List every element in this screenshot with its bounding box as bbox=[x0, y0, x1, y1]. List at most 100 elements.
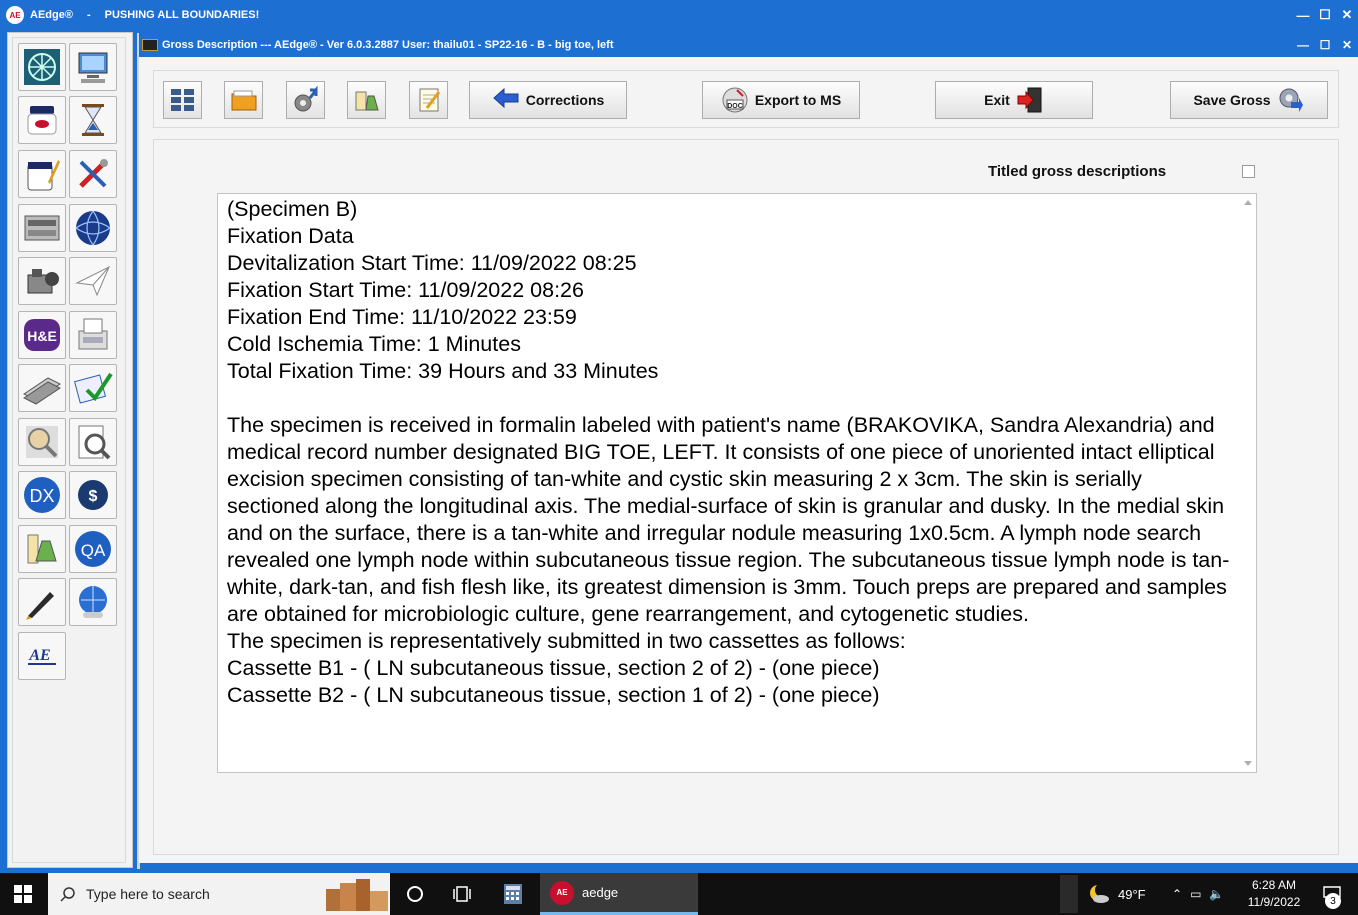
titled-gross-checkbox[interactable] bbox=[1242, 165, 1255, 178]
gross-content-panel: Titled gross descriptions (Specimen B) F… bbox=[153, 139, 1339, 855]
app-slogan: PUSHING ALL BOUNDARIES! bbox=[104, 9, 260, 21]
child-title-bar: Gross Description --- AEdge® - Ver 6.0.3… bbox=[139, 33, 1358, 57]
app-close-button[interactable]: ✕ bbox=[1336, 0, 1358, 30]
aedge-logo-icon[interactable]: AE bbox=[18, 632, 66, 680]
child-minimize-button[interactable]: — bbox=[1292, 33, 1314, 57]
aedge-taskbar-logo-icon: AE bbox=[550, 880, 574, 905]
save-gross-button[interactable]: Save Gross bbox=[1170, 81, 1328, 119]
doc-badge-label: DOC bbox=[727, 103, 743, 110]
dx-icon[interactable]: DX bbox=[18, 471, 66, 519]
corrections-button[interactable]: Corrections bbox=[469, 81, 627, 119]
tools-icon[interactable] bbox=[69, 150, 117, 198]
search-highlight-art-icon bbox=[326, 879, 388, 911]
aedge-logo-icon: AE bbox=[6, 6, 24, 24]
child-maximize-button[interactable]: ☐ bbox=[1314, 33, 1336, 57]
computer-icon[interactable] bbox=[69, 43, 117, 91]
aedge-taskbar-button[interactable]: AE aedge bbox=[540, 873, 698, 915]
slides-stack-icon[interactable] bbox=[18, 364, 66, 412]
windows-taskbar: Type here to search AE aedge 49°F ⌃ ▭ 🔈 … bbox=[0, 873, 1358, 915]
export-label: Export to MS bbox=[754, 92, 842, 108]
left-toolbar: H&E DX $ QA AE bbox=[7, 32, 140, 869]
dx-label: DX bbox=[29, 486, 54, 506]
taskbar-search-box[interactable]: Type here to search bbox=[48, 873, 390, 915]
clock-date: 11/9/2022 bbox=[1247, 895, 1301, 909]
calculator-icon bbox=[504, 884, 522, 904]
aedge-taskbar-label: aedge bbox=[582, 885, 619, 900]
back-arrow-icon bbox=[492, 87, 519, 109]
moon-cloud-icon bbox=[1090, 883, 1109, 903]
scroll-down-arrow-icon[interactable] bbox=[1244, 761, 1252, 766]
fax-icon[interactable] bbox=[69, 311, 117, 359]
task-view-icon bbox=[453, 886, 471, 902]
app-maximize-button[interactable]: ☐ bbox=[1314, 0, 1336, 30]
qa-label: QA bbox=[81, 541, 106, 560]
document-search-icon[interactable] bbox=[69, 418, 117, 466]
exit-button[interactable]: Exit bbox=[935, 81, 1093, 119]
grid-icon bbox=[170, 89, 194, 111]
qa-icon[interactable]: QA bbox=[69, 525, 117, 573]
e-checkmark-icon[interactable] bbox=[69, 364, 117, 412]
network-tray-icon[interactable]: ▭ bbox=[1190, 887, 1201, 901]
fountain-pen-icon[interactable] bbox=[18, 578, 66, 626]
magnifier-icon[interactable] bbox=[18, 418, 66, 466]
calculator-taskbar-button[interactable] bbox=[490, 873, 536, 915]
taskbar-clock[interactable]: 6:28 AM 11/9/2022 bbox=[1240, 877, 1308, 911]
gear-upload-icon bbox=[294, 86, 317, 112]
gross-description-window: Gross Description --- AEdge® - Ver 6.0.3… bbox=[139, 33, 1358, 863]
h-and-e-label: H&E bbox=[27, 328, 57, 344]
tray-overflow-scroller[interactable] bbox=[1060, 875, 1078, 913]
cortana-button[interactable] bbox=[392, 873, 438, 915]
notes-button[interactable] bbox=[409, 81, 448, 119]
weather-widget[interactable]: 49°F bbox=[1088, 873, 1146, 915]
folder-icon bbox=[231, 90, 256, 111]
lab-request-button[interactable] bbox=[347, 81, 386, 119]
lab-jars-icon bbox=[355, 91, 379, 111]
app-separator: - bbox=[86, 9, 91, 21]
notepad-icon bbox=[419, 88, 440, 112]
scroll-up-arrow-icon[interactable] bbox=[1244, 200, 1252, 205]
save-gross-label: Save Gross bbox=[1193, 92, 1271, 108]
paint-jar-icon[interactable] bbox=[18, 150, 66, 198]
app-title-bar: AE AEdge® - PUSHING ALL BOUNDARIES! — ☐ … bbox=[0, 0, 1358, 30]
open-folder-button[interactable] bbox=[224, 81, 263, 119]
child-window-icon bbox=[142, 39, 158, 51]
hourglass-icon[interactable] bbox=[69, 96, 117, 144]
cortana-circle-icon bbox=[407, 886, 423, 902]
volume-muted-icon[interactable]: 🔈 bbox=[1209, 887, 1224, 901]
web-help-icon[interactable] bbox=[69, 578, 117, 626]
aedge-small-label: AE bbox=[28, 647, 50, 664]
exit-label: Exit bbox=[984, 92, 1010, 108]
app-minimize-button[interactable]: — bbox=[1292, 0, 1314, 30]
gear-save-icon bbox=[1279, 88, 1303, 112]
billing-icon[interactable]: $ bbox=[69, 471, 117, 519]
windows-logo-icon bbox=[14, 885, 32, 903]
printer-machine-icon[interactable] bbox=[18, 204, 66, 252]
grid-view-button[interactable] bbox=[163, 81, 202, 119]
globe-icon[interactable] bbox=[69, 204, 117, 252]
specimen-jar-icon[interactable] bbox=[18, 96, 66, 144]
network-icon[interactable] bbox=[18, 43, 66, 91]
billing-label: $ bbox=[89, 488, 98, 505]
weather-temperature: 49°F bbox=[1118, 886, 1146, 902]
notification-count-badge: 3 bbox=[1325, 893, 1341, 909]
gross-description-textarea[interactable]: (Specimen B) Fixation Data Devitalizatio… bbox=[217, 193, 1257, 773]
lab-flasks-icon[interactable] bbox=[18, 525, 66, 573]
h-and-e-stain-icon[interactable]: H&E bbox=[18, 311, 66, 359]
child-body: Corrections DOC Export to MS Exit Save G… bbox=[139, 57, 1358, 863]
settings-upload-button[interactable] bbox=[286, 81, 325, 119]
start-button[interactable] bbox=[0, 873, 46, 915]
paper-plane-icon[interactable] bbox=[69, 257, 117, 305]
gross-description-text[interactable]: (Specimen B) Fixation Data Devitalizatio… bbox=[227, 196, 1237, 709]
titled-gross-label: Titled gross descriptions bbox=[988, 163, 1167, 180]
doc-icon: DOC bbox=[722, 87, 748, 113]
chevron-up-icon[interactable]: ⌃ bbox=[1172, 887, 1182, 901]
search-icon bbox=[60, 887, 75, 902]
task-view-button[interactable] bbox=[440, 873, 486, 915]
corrections-label: Corrections bbox=[525, 92, 605, 108]
export-to-ms-button[interactable]: DOC Export to MS bbox=[702, 81, 860, 119]
search-placeholder: Type here to search bbox=[86, 886, 210, 902]
gross-scrollbar[interactable] bbox=[1240, 194, 1256, 772]
child-close-button[interactable]: ✕ bbox=[1336, 33, 1358, 57]
action-toolbar: Corrections DOC Export to MS Exit Save G… bbox=[153, 70, 1339, 128]
microtome-icon[interactable] bbox=[18, 257, 66, 305]
